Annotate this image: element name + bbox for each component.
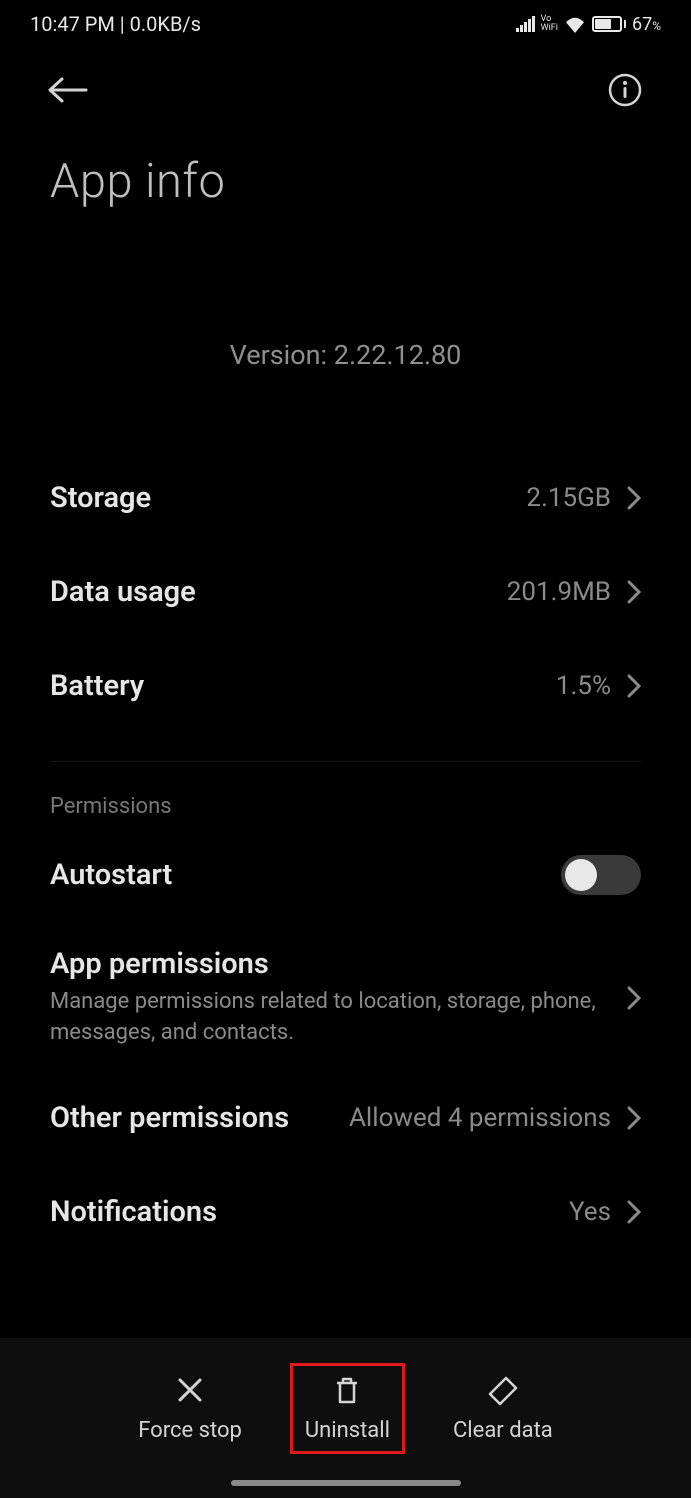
other-permissions-row[interactable]: Other permissions Allowed 4 permissions (50, 1071, 641, 1165)
notifications-label: Notifications (50, 1195, 217, 1229)
notifications-row[interactable]: Notifications Yes (50, 1165, 641, 1259)
trash-icon (331, 1374, 363, 1406)
chevron-right-icon (627, 1106, 641, 1130)
battery-label: Battery (50, 669, 144, 703)
divider (50, 761, 641, 762)
chevron-right-icon (627, 1200, 641, 1224)
force-stop-button[interactable]: Force stop (126, 1366, 254, 1451)
close-icon (174, 1374, 206, 1406)
chevron-right-icon (627, 580, 641, 604)
app-permissions-label: App permissions (50, 947, 607, 981)
uninstall-button[interactable]: Uninstall (290, 1363, 405, 1454)
toggle-knob (565, 859, 597, 891)
clear-data-button[interactable]: Clear data (441, 1366, 565, 1451)
app-header-section: Version: 2.22.12.80 (0, 219, 691, 411)
other-permissions-value: Allowed 4 permissions (349, 1103, 641, 1133)
chevron-right-icon (627, 486, 641, 510)
battery-icon: 67% (592, 14, 661, 35)
vowifi-icon: Vo WiFi (541, 15, 558, 33)
force-stop-label: Force stop (138, 1418, 242, 1443)
autostart-toggle[interactable] (561, 855, 641, 895)
other-permissions-label: Other permissions (50, 1101, 289, 1135)
storage-value: 2.15GB (526, 483, 641, 513)
storage-label: Storage (50, 481, 151, 515)
chevron-right-icon (627, 986, 641, 1010)
uninstall-label: Uninstall (305, 1418, 390, 1443)
wifi-icon (564, 15, 586, 33)
clear-data-label: Clear data (453, 1418, 553, 1443)
eraser-icon (486, 1374, 520, 1406)
data-usage-label: Data usage (50, 575, 196, 609)
data-usage-row[interactable]: Data usage 201.9MB (50, 545, 641, 639)
status-bar: 10:47 PM | 0.0KB/s Vo WiFi 67% (0, 0, 691, 44)
app-version: Version: 2.22.12.80 (0, 339, 691, 371)
gesture-bar[interactable] (231, 1480, 461, 1486)
battery-row[interactable]: Battery 1.5% (50, 639, 641, 733)
autostart-label: Autostart (50, 858, 172, 892)
battery-value: 1.5% (556, 671, 641, 701)
info-icon[interactable] (607, 72, 643, 108)
data-usage-value: 201.9MB (507, 577, 641, 607)
top-bar (0, 44, 691, 122)
notifications-value: Yes (569, 1197, 641, 1227)
bottom-action-bar: Force stop Uninstall Clear data (0, 1338, 691, 1498)
signal-icon (516, 16, 535, 32)
autostart-row[interactable]: Autostart (50, 825, 641, 925)
storage-row[interactable]: Storage 2.15GB (50, 451, 641, 545)
back-button[interactable] (48, 75, 88, 105)
app-permissions-row[interactable]: App permissions Manage permissions relat… (50, 925, 641, 1071)
status-time-speed: 10:47 PM | 0.0KB/s (30, 12, 201, 36)
chevron-right-icon (627, 674, 641, 698)
app-permissions-sub: Manage permissions related to location, … (50, 987, 607, 1049)
settings-list: Storage 2.15GB Data usage 201.9MB Batter… (0, 411, 691, 1259)
permissions-header: Permissions (50, 780, 641, 825)
page-title: App info (0, 122, 691, 219)
status-icons: Vo WiFi 67% (516, 14, 661, 35)
